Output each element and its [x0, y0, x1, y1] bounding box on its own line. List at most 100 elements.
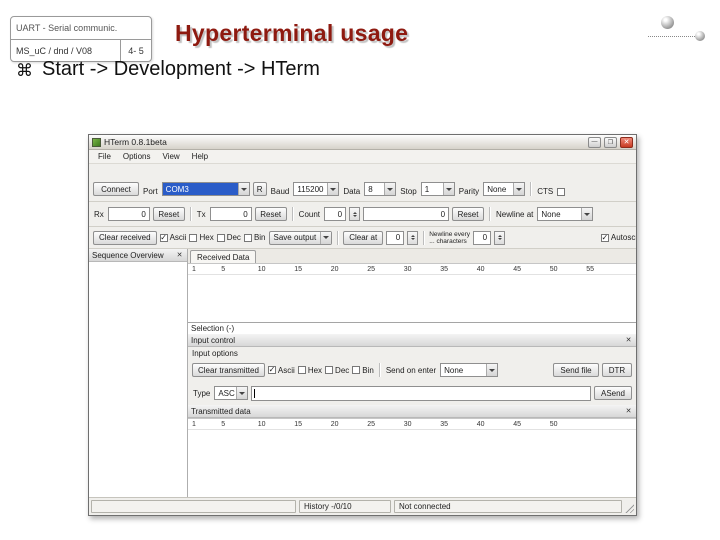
received-data-area[interactable]	[188, 275, 636, 322]
cts-label: CTS	[537, 187, 554, 196]
clear-received-button[interactable]: Clear received	[93, 230, 157, 245]
menu-view[interactable]: View	[157, 151, 184, 162]
stop-select[interactable]: 1	[420, 182, 455, 196]
transmitted-data-title: Transmitted data	[191, 406, 251, 416]
checkbox-icon	[243, 233, 252, 242]
clear-at-field[interactable]: 0	[386, 230, 405, 245]
chevron-down-icon[interactable]	[513, 183, 525, 195]
decoration-sphere-large-icon	[661, 16, 674, 29]
ruler-mark: 55	[586, 266, 594, 273]
checkbox-checked-icon	[267, 366, 276, 374]
clear-at-button[interactable]: Clear at	[343, 230, 384, 245]
transmit-options-row: Clear transmitted Ascii Hex Dec Bin	[188, 359, 636, 381]
separator	[530, 182, 532, 196]
sequence-overview-body[interactable]	[89, 262, 187, 497]
hterm-window: HTerm 0.8.1beta — ❐ ✕ File Options View …	[88, 134, 637, 516]
count-reset-button[interactable]: Reset	[452, 207, 485, 221]
clear-at-spinner[interactable]	[407, 230, 419, 245]
parity-select[interactable]: None	[483, 182, 526, 196]
close-panel-icon[interactable]: ✕	[624, 407, 633, 416]
rx-dec-checkbox[interactable]: Dec	[216, 233, 241, 242]
baud-select[interactable]: 115200	[293, 182, 340, 196]
chevron-down-icon[interactable]	[320, 231, 332, 244]
transmit-input[interactable]	[251, 385, 591, 401]
tx-reset-button[interactable]: Reset	[254, 207, 287, 221]
bullet-icon: ⌘	[16, 60, 33, 80]
resize-grip-icon[interactable]	[624, 503, 634, 513]
tx-bin-label: Bin	[362, 365, 374, 375]
input-control-header: Input control ✕	[188, 334, 636, 347]
counter-toolbar: Rx 0 Reset Tx 0 Reset Count 0 0 Reset Ne…	[89, 202, 636, 227]
rx-dec-label: Dec	[226, 233, 241, 242]
autoscroll-checkbox[interactable]: Autoscroll	[600, 233, 636, 242]
sequence-overview-header: Sequence Overview ✕	[89, 249, 187, 262]
dtr-button[interactable]: DTR	[602, 363, 632, 377]
checkbox-icon	[216, 233, 225, 242]
tx-hex-checkbox[interactable]: Hex	[297, 365, 323, 375]
connect-button[interactable]: Connect	[93, 182, 139, 196]
newline-at-select[interactable]: None	[537, 207, 594, 221]
chevron-down-icon[interactable]	[237, 183, 249, 195]
newline-every-spinner[interactable]	[494, 230, 506, 245]
menu-help[interactable]: Help	[187, 151, 213, 162]
tx-dec-checkbox[interactable]: Dec	[325, 366, 349, 375]
send-file-button[interactable]: Send file	[553, 363, 599, 377]
bullet-text: Start -> Development -> HTerm	[42, 58, 320, 80]
ruler-mark: 5	[221, 266, 226, 273]
type-select[interactable]: ASC	[214, 386, 249, 400]
ruler-mark: 50	[549, 266, 558, 273]
port-select[interactable]: COM3	[161, 182, 250, 196]
newline-every-field[interactable]: 0	[473, 230, 492, 245]
save-output-button[interactable]: Save output	[268, 230, 333, 245]
rx-hex-checkbox[interactable]: Hex	[189, 233, 214, 242]
window-titlebar[interactable]: HTerm 0.8.1beta — ❐ ✕	[89, 135, 636, 150]
count-spin-field[interactable]: 0	[324, 207, 347, 221]
chevron-down-icon[interactable]	[327, 183, 339, 195]
separator	[489, 207, 491, 221]
menu-options[interactable]: Options	[118, 151, 156, 162]
decoration-sphere-small-icon	[695, 31, 705, 41]
checkbox-icon	[557, 188, 566, 196]
transmitted-ruler: 1 5 10 15 20 25 30 35 40 45 50	[188, 418, 636, 430]
connection-toolbar: Connect Port COM3 R Baud 115200 Data 8 S…	[89, 164, 636, 202]
tx-bin-checkbox[interactable]: Bin	[352, 366, 374, 375]
slide-header-box: UART - Serial communic. MS_uC / dnd / V0…	[10, 16, 152, 62]
type-row: Type ASC ASend	[188, 381, 636, 405]
ruler-mark: 30	[403, 266, 412, 273]
asend-button[interactable]: ASend	[594, 386, 632, 400]
send-on-enter-select[interactable]: None	[440, 363, 499, 377]
chevron-down-icon[interactable]	[581, 208, 593, 220]
receive-toolbar: Clear received Ascii Hex Dec Bin Save ou…	[89, 227, 636, 249]
close-panel-icon[interactable]: ✕	[624, 336, 633, 345]
data-select[interactable]: 8	[364, 182, 397, 196]
maximize-button[interactable]: ❐	[604, 136, 617, 148]
tx-hex-label: Hex	[307, 365, 323, 375]
rescan-button[interactable]: R	[252, 182, 267, 196]
chevron-down-icon[interactable]	[486, 364, 498, 376]
menu-file[interactable]: File	[93, 151, 116, 162]
cts-flow-checkbox[interactable]	[557, 188, 567, 196]
close-button[interactable]: ✕	[620, 136, 633, 148]
rx-bin-checkbox[interactable]: Bin	[243, 233, 266, 242]
chevron-down-icon[interactable]	[442, 183, 454, 195]
transmitted-data-area[interactable]	[188, 430, 636, 497]
minimize-button[interactable]: —	[588, 136, 601, 148]
rx-reset-button[interactable]: Reset	[152, 207, 185, 221]
count-spinner[interactable]	[349, 207, 361, 221]
tab-received-data[interactable]: Received Data	[190, 250, 257, 263]
chevron-down-icon[interactable]	[236, 387, 248, 399]
ruler-mark: 40	[476, 266, 485, 273]
ruler-mark: 35	[440, 266, 448, 273]
parity-value: None	[487, 184, 507, 194]
checkbox-icon	[189, 233, 198, 242]
tx-ascii-checkbox[interactable]: Ascii	[267, 366, 295, 375]
close-panel-icon[interactable]: ✕	[175, 251, 184, 260]
rx-ascii-checkbox[interactable]: Ascii	[159, 233, 186, 242]
stop-value: 1	[424, 184, 430, 194]
input-control-title: Input control	[191, 335, 236, 345]
clear-transmitted-button[interactable]: Clear transmitted	[192, 363, 265, 377]
ruler-mark: 10	[257, 421, 266, 428]
chevron-down-icon[interactable]	[384, 183, 396, 195]
ruler-mark: 45	[513, 421, 521, 428]
type-label: Type	[193, 388, 211, 398]
